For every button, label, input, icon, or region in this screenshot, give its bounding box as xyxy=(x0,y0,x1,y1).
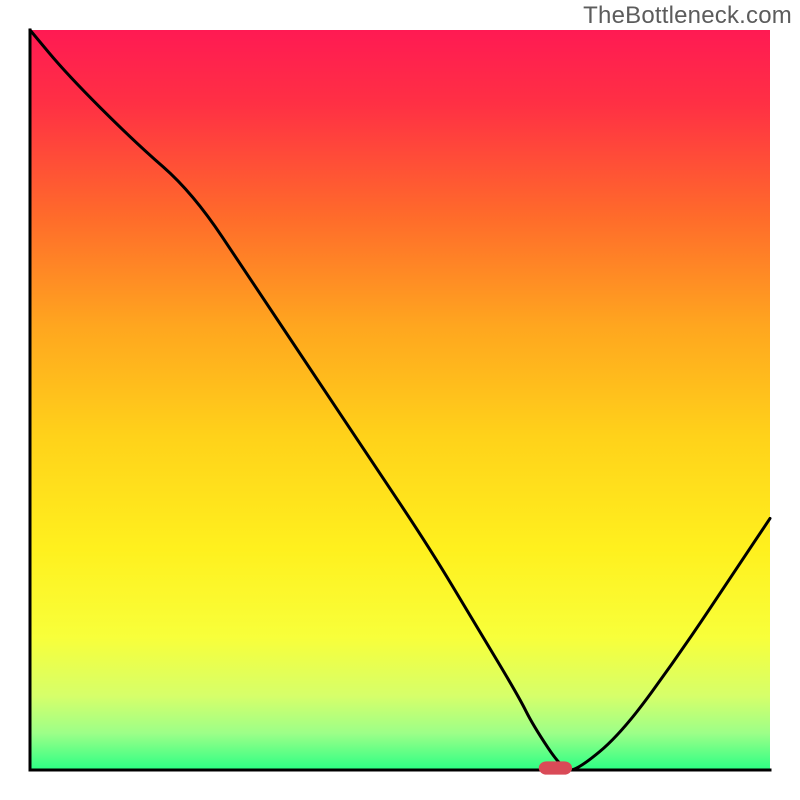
plot-background xyxy=(30,30,770,770)
watermark-text: TheBottleneck.com xyxy=(583,2,792,30)
chart-container: TheBottleneck.com xyxy=(0,0,800,800)
optimal-marker xyxy=(539,761,572,774)
chart-svg xyxy=(0,0,800,800)
